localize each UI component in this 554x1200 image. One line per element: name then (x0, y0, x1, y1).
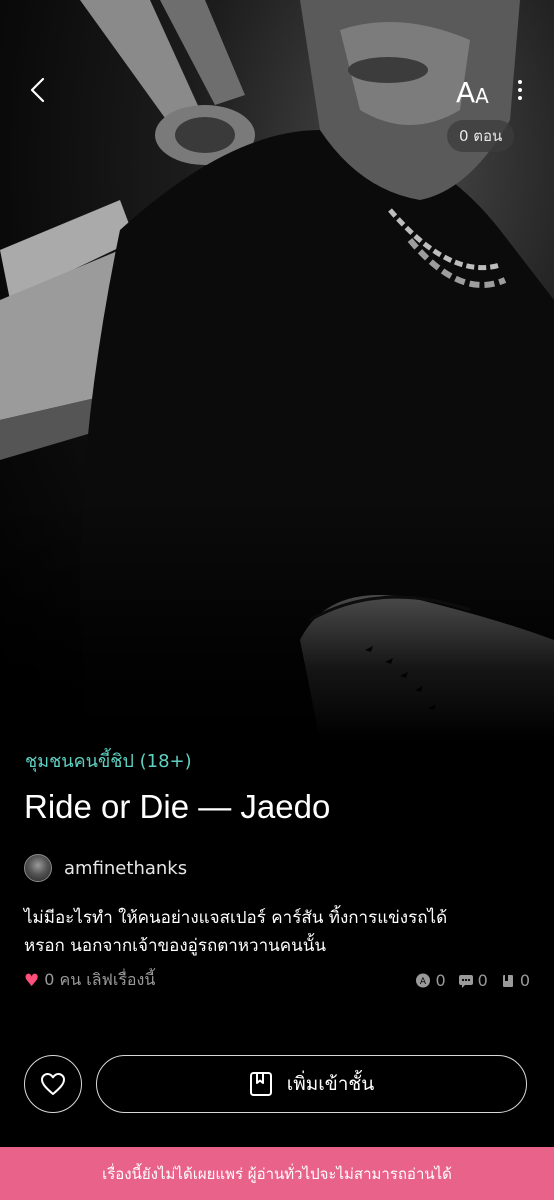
add-to-shelf-button[interactable]: เพิ่มเข้าชั้น (96, 1055, 527, 1113)
heart-icon: ♥ (24, 970, 40, 991)
review-count-value: 0 (435, 971, 446, 990)
more-vertical-icon-dot (518, 88, 522, 92)
story-counters: A 0 0 0 (415, 971, 530, 990)
cover-gradient (0, 500, 554, 740)
more-vertical-icon-dot (518, 96, 522, 100)
bookshelf-icon (249, 1072, 272, 1096)
heart-outline-icon (41, 1073, 65, 1095)
more-options-button[interactable] (506, 72, 534, 108)
comment-icon (458, 974, 473, 988)
more-vertical-icon (518, 80, 522, 84)
font-size-icon-small: A (475, 84, 489, 108)
story-detail-screen: A A 0 ตอน ชุมชนคนขี้ชิป (18+) Ride or Di… (0, 0, 554, 1200)
story-stats: ♥ 0 คน เลิฟเรื่องนี้ A 0 0 0 (24, 968, 530, 993)
cover-image (0, 0, 554, 740)
unpublished-notice-text: เรื่องนี้ยังไม่ได้เผยแพร่ ผู้อ่านทั่วไปจ… (102, 1164, 452, 1183)
svg-text:A: A (420, 977, 427, 987)
unpublished-notice-banner: เรื่องนี้ยังไม่ได้เผยแพร่ ผู้อ่านทั่วไปจ… (0, 1147, 554, 1200)
love-count-text: 0 คน เลิฟเรื่องนี้ (44, 970, 156, 989)
book-icon (502, 974, 513, 987)
synopsis-line-1: ไม่มีอะไรทำ ให้คนอย่างแจสเปอร์ คาร์สัน ท… (24, 908, 448, 928)
font-size-icon-large: A (456, 76, 476, 109)
chevron-left-icon (30, 77, 45, 103)
author-profile[interactable]: amfinethanks (24, 854, 187, 882)
review-icon: A (416, 973, 431, 987)
author-avatar (24, 854, 52, 882)
shelf-count: 0 (500, 971, 530, 990)
synopsis-line-2: หรอก นอกจากเจ้าของอู่รถตาหวานคนนั้น (24, 936, 326, 956)
episode-count-badge: 0 ตอน (447, 120, 515, 152)
story-category-link[interactable]: ชุมชนคนขี้ชิป (18+) (25, 746, 192, 775)
comment-count-value: 0 (477, 971, 488, 990)
back-button[interactable] (18, 70, 58, 110)
add-to-shelf-label: เพิ่มเข้าชั้น (286, 1073, 375, 1095)
shelf-count-value: 0 (519, 971, 530, 990)
like-button[interactable] (24, 1055, 82, 1113)
love-count: ♥ 0 คน เลิฟเรื่องนี้ (24, 968, 155, 993)
story-title: Ride or Die — Jaedo (24, 788, 331, 825)
review-count: A 0 (415, 971, 446, 990)
comment-count: 0 (458, 971, 488, 990)
author-name: amfinethanks (64, 857, 188, 879)
story-synopsis: ไม่มีอะไรทำ ให้คนอย่างแจสเปอร์ คาร์สัน ท… (24, 904, 524, 960)
font-size-button[interactable]: A A (452, 72, 493, 109)
